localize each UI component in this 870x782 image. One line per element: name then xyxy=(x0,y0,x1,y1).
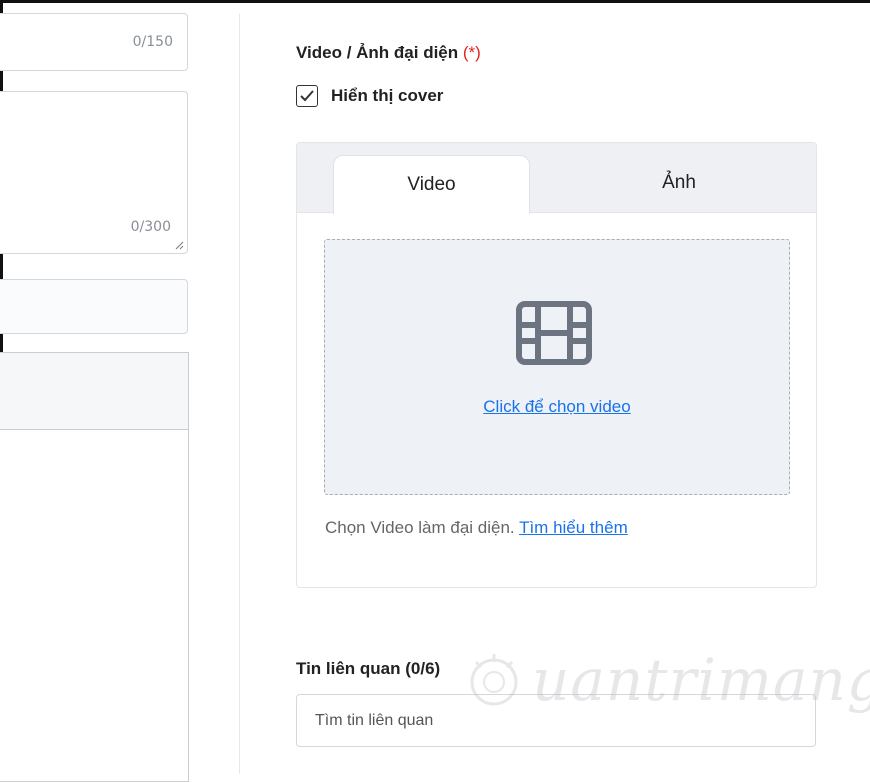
film-icon xyxy=(516,301,592,365)
content-editor[interactable] xyxy=(0,352,189,782)
description-char-counter: 0/300 xyxy=(130,219,171,235)
check-icon xyxy=(300,90,314,102)
learn-more-link[interactable]: Tìm hiểu thêm xyxy=(519,518,628,537)
editor-toolbar xyxy=(0,353,188,430)
title-input[interactable]: 0/150 xyxy=(0,13,188,71)
window-top-border xyxy=(0,0,870,3)
resize-grip-icon[interactable] xyxy=(174,240,184,250)
media-section-title-text: Video / Ảnh đại diện xyxy=(296,43,459,62)
tab-video[interactable]: Video xyxy=(333,155,530,214)
column-divider xyxy=(239,14,240,774)
media-tab-bar: Video Ảnh xyxy=(297,143,816,214)
show-cover-label: Hiển thị cover xyxy=(331,86,444,105)
required-mark: (*) xyxy=(462,43,481,62)
secondary-input[interactable] xyxy=(0,279,188,334)
video-drop-zone[interactable]: Click để chọn video xyxy=(324,239,790,495)
media-hint: Chọn Video làm đại diện. Tìm hiểu thêm xyxy=(325,518,628,538)
related-news-search-input[interactable] xyxy=(296,694,816,747)
related-news-title: Tin liên quan (0/6) xyxy=(296,659,441,678)
show-cover-checkbox[interactable] xyxy=(296,85,318,107)
title-char-counter: 0/150 xyxy=(132,34,173,50)
show-cover-option[interactable]: Hiển thị cover xyxy=(296,85,443,107)
media-picker-card: Video Ảnh Click để chọn video Chọn Video… xyxy=(296,142,817,588)
description-textarea[interactable]: 0/300 xyxy=(0,91,188,254)
media-section-title: Video / Ảnh đại diện (*) xyxy=(296,43,481,63)
media-hint-text: Chọn Video làm đại diện. xyxy=(325,518,515,537)
tab-image[interactable]: Ảnh xyxy=(579,155,779,211)
choose-video-link[interactable]: Click để chọn video xyxy=(325,397,789,417)
